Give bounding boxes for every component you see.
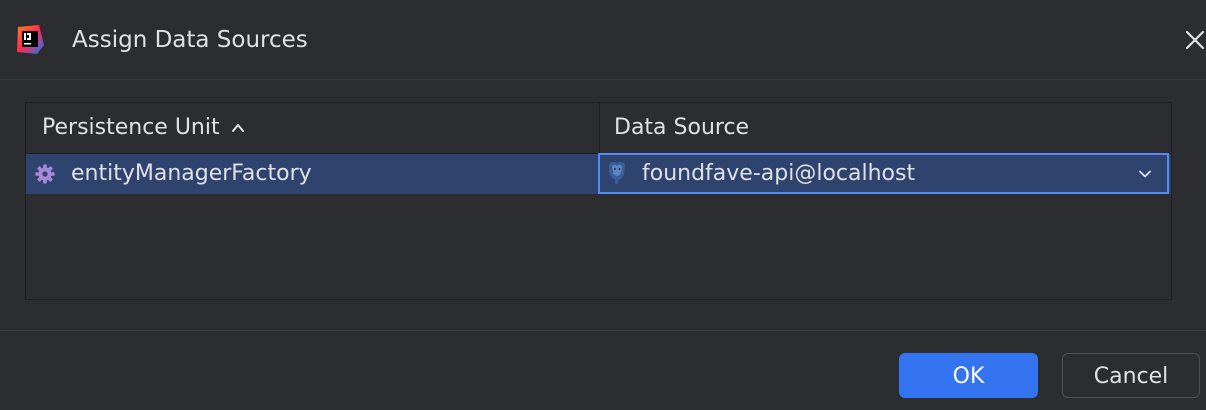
dialog-title: Assign Data Sources [72,27,308,53]
table-row[interactable]: entityManagerFactory foundfave-api@local… [26,153,1171,194]
persistence-unit-name: entityManagerFactory [71,161,312,186]
column-header-persistence-unit[interactable]: Persistence Unit [42,103,598,153]
chevron-down-icon [1139,170,1151,178]
column-header-data-source[interactable]: Data Source [614,103,1164,153]
column-header-label: Persistence Unit [42,115,220,140]
column-header-label: Data Source [614,115,750,140]
postgresql-icon [609,162,625,184]
footer-divider [0,330,1206,331]
data-source-value: foundfave-api@localhost [642,161,916,186]
table-header: Persistence Unit Data Source [26,103,1171,154]
close-icon[interactable] [1181,26,1206,54]
data-source-dropdown[interactable]: foundfave-api@localhost [598,153,1169,194]
persistence-units-table: Persistence Unit Data Source entityManag… [25,102,1172,300]
gear-icon [35,164,55,184]
dialog-titlebar: Assign Data Sources [0,0,1206,80]
column-divider[interactable] [599,103,600,154]
assign-data-sources-dialog: Assign Data Sources Persistence Unit Dat… [0,0,1206,410]
persistence-unit-cell[interactable]: entityManagerFactory [26,154,598,194]
intellij-idea-icon [17,25,44,54]
cancel-button[interactable]: Cancel [1062,353,1200,398]
sort-ascending-icon [231,124,244,132]
ok-button[interactable]: OK [899,353,1038,398]
